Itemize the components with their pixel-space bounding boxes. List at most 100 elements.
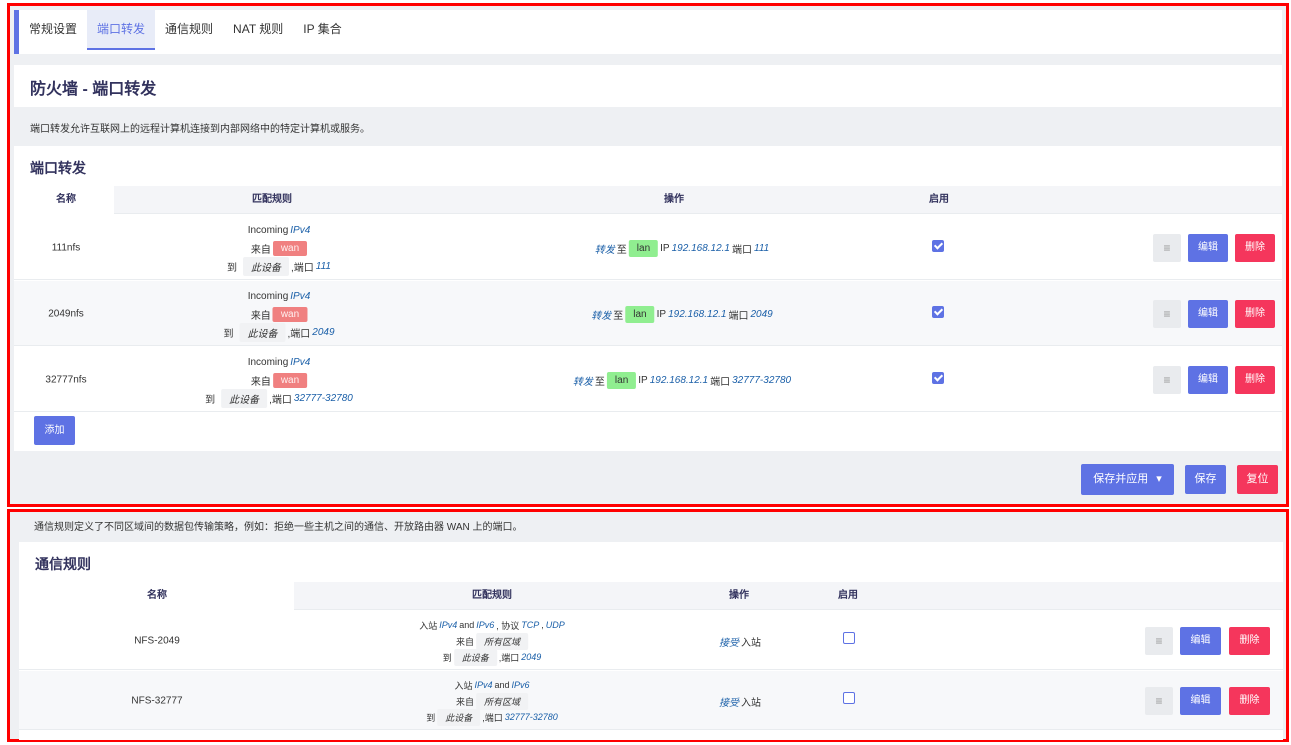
drag-handle-icon[interactable]: ≡ xyxy=(1153,366,1181,394)
reset-button[interactable]: 复位 xyxy=(1237,465,1278,494)
match-rule: Incoming IPv4 来自 wan 到此设备 ,端口 111 xyxy=(227,222,331,276)
to-label: 到 xyxy=(205,394,216,406)
edit-button[interactable]: 编辑 xyxy=(1188,300,1228,328)
page-title: 防火墙 - 端口转发 xyxy=(30,81,157,98)
traffic-rules-card: 通信规则 名称 匹配规则 操作 启用 NFS-2049 入站 IPv4 and I… xyxy=(19,542,1283,740)
port-forward-card: 端口转发 名称 匹配规则 操作 启用 111nfs Incoming IPv4 来自… xyxy=(14,146,1282,451)
rule-action: 接受 入站 xyxy=(719,633,761,649)
action-link[interactable]: 接受 xyxy=(719,694,739,709)
to-label: 到 xyxy=(442,652,452,663)
action-link[interactable]: 接受 xyxy=(719,634,739,649)
zone-badge-all: 所有区域 xyxy=(475,692,529,710)
header-enable: 启用 xyxy=(929,194,949,205)
and-word: and xyxy=(459,620,475,630)
to-word: 至 xyxy=(616,244,627,256)
port-value: 32777-32780 xyxy=(504,712,558,722)
port-value: 2049 xyxy=(312,326,335,338)
incoming-label: Incoming xyxy=(247,356,289,368)
page-title-box: 防火墙 - 端口转发 xyxy=(14,65,1282,107)
drag-handle-icon[interactable]: ≡ xyxy=(1145,627,1173,655)
match-rule: 入站 IPv4 and IPv6, 协议 TCP, UDP 来自 所有区域到 此设… xyxy=(419,618,565,666)
table-row: 111nfs Incoming IPv4 来自 wan 到此设备 ,端口 111 转发至 l… xyxy=(14,215,1282,280)
to-word: 至 xyxy=(594,376,605,388)
section-title: 端口转发 xyxy=(30,160,86,176)
dest-port-label: 端口 xyxy=(710,376,731,388)
family-value: IPv4 xyxy=(290,356,311,368)
traffic-rules-panel: 通信规则定义了不同区域间的数据包传输策略，例如：拒绝一些主机之间的通信、开放路由… xyxy=(7,509,1289,742)
family-value-1: IPv4 xyxy=(474,680,493,690)
tab-ip-sets[interactable]: IP 集合 xyxy=(293,10,351,50)
zone-badge-wan: wan xyxy=(272,306,308,322)
port-forward-panel: 常规设置 端口转发 通信规则 NAT 规则 IP 集合 防火墙 - 端口转发 端… xyxy=(7,3,1289,507)
enable-checkbox[interactable] xyxy=(932,306,944,318)
rule-name: 32777nfs xyxy=(45,374,87,386)
ip-value: 192.168.12.1 xyxy=(671,242,730,254)
table-row: 2049nfs Incoming IPv4 来自 wan 到此设备 ,端口 2049 转发至… xyxy=(14,281,1282,346)
zone-badge-lan: lan xyxy=(625,305,655,323)
incoming-label: Incoming xyxy=(247,290,289,302)
section-title: 通信规则 xyxy=(35,556,91,572)
add-button[interactable]: 添加 xyxy=(34,416,75,445)
zone-badge-device: 此设备 xyxy=(453,648,497,666)
page-description: 端口转发允许互联网上的远程计算机连接到内部网络中的特定计算机或服务。 xyxy=(30,124,370,135)
proto-value-2: UDP xyxy=(545,620,565,630)
port-label: ,端口 xyxy=(269,394,292,406)
port-label: ,端口 xyxy=(482,712,503,723)
tab-nat-rules[interactable]: NAT 规则 xyxy=(223,10,293,50)
port-label: ,端口 xyxy=(287,328,311,340)
zone-badge-device: 此设备 xyxy=(239,322,286,342)
delete-button[interactable]: 删除 xyxy=(1235,366,1275,394)
tab-traffic-rules[interactable]: 通信规则 xyxy=(155,10,223,50)
delete-button[interactable]: 删除 xyxy=(1229,687,1270,715)
proto-label: , 协议 xyxy=(496,620,520,631)
ip-label: IP xyxy=(638,374,648,386)
drag-handle-icon[interactable]: ≡ xyxy=(1145,687,1173,715)
rules-description: 通信规则定义了不同区域间的数据包传输策略，例如：拒绝一些主机之间的通信、开放路由… xyxy=(34,522,523,533)
port-label: ,端口 xyxy=(291,262,314,274)
save-apply-button[interactable]: 保存并应用 ▾ xyxy=(1081,464,1174,495)
tab-port-forward[interactable]: 端口转发 xyxy=(87,10,156,50)
enable-checkbox[interactable] xyxy=(843,692,855,704)
action-link[interactable]: 转发 xyxy=(591,307,611,322)
rule-name: 111nfs xyxy=(51,242,81,254)
edit-button[interactable]: 编辑 xyxy=(1188,366,1228,394)
in-label: 入站 xyxy=(454,680,473,691)
in-label: 入站 xyxy=(419,620,438,631)
edit-button[interactable]: 编辑 xyxy=(1180,627,1221,655)
incoming-label: Incoming xyxy=(247,224,289,236)
header-action: 操作 xyxy=(729,590,749,601)
zone-badge-lan: lan xyxy=(606,371,637,389)
delete-button[interactable]: 删除 xyxy=(1235,300,1275,328)
rule-name: NFS-32777 xyxy=(131,695,183,707)
edit-button[interactable]: 编辑 xyxy=(1180,687,1221,715)
edit-button[interactable]: 编辑 xyxy=(1188,234,1228,262)
from-label: 来自 xyxy=(250,310,271,322)
forward-action: 转发至 lan IP 192.168.12.1 端口 111 xyxy=(595,239,769,257)
ip-label: IP xyxy=(656,308,667,320)
drag-handle-icon[interactable]: ≡ xyxy=(1153,300,1181,328)
action-link[interactable]: 转发 xyxy=(573,373,593,388)
drag-handle-icon[interactable]: ≡ xyxy=(1153,234,1181,262)
rule-name: NFS-2049 xyxy=(134,635,180,647)
delete-button[interactable]: 删除 xyxy=(1235,234,1275,262)
from-label: 来自 xyxy=(455,696,474,707)
table-header: 名称 匹配规则 操作 启用 xyxy=(14,186,1282,214)
enable-checkbox[interactable] xyxy=(932,240,944,252)
to-label: 到 xyxy=(223,328,234,340)
to-word: 至 xyxy=(613,310,624,322)
delete-button[interactable]: 删除 xyxy=(1229,627,1270,655)
tab-general[interactable]: 常规设置 xyxy=(19,10,87,50)
action-link[interactable]: 转发 xyxy=(595,241,615,256)
zone-badge-lan: lan xyxy=(628,239,659,257)
dest-port-value: 32777-32780 xyxy=(732,374,792,386)
ip-value: 192.168.12.1 xyxy=(649,374,709,386)
header-action: 操作 xyxy=(664,194,684,205)
port-value: 111 xyxy=(315,260,331,272)
zone-badge-wan: wan xyxy=(272,372,308,388)
enable-checkbox[interactable] xyxy=(932,372,944,384)
match-rule: Incoming IPv4 来自 wan 到此设备 ,端口 2049 xyxy=(223,288,335,342)
save-button[interactable]: 保存 xyxy=(1185,465,1226,494)
enable-checkbox[interactable] xyxy=(843,632,855,644)
port-value: 2049 xyxy=(521,652,542,662)
rule-name: 2049nfs xyxy=(48,308,84,320)
